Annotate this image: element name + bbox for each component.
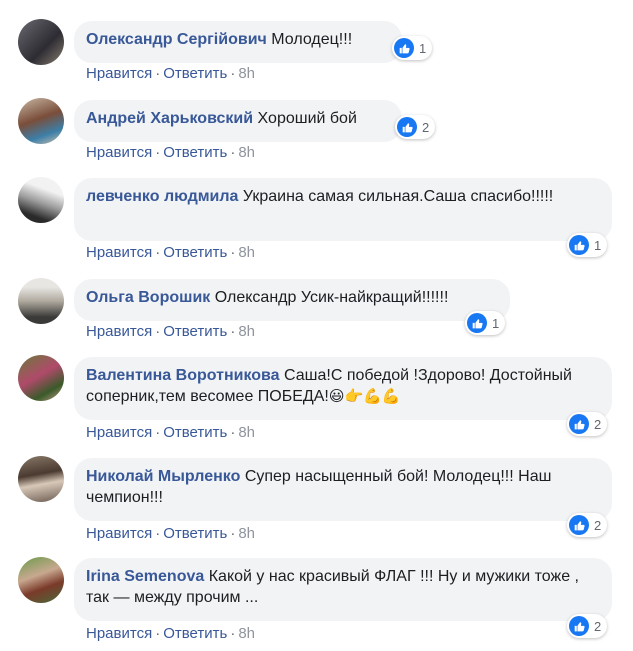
comment-author[interactable]: Николай Мырленко: [86, 468, 240, 485]
comment-actions: Нравится · Ответить · 8h: [86, 244, 255, 261]
comment-bubble: Ольга Ворошик Олександр Усик-найкращий!!…: [74, 279, 510, 321]
comment-actions: Нравится · Ответить · 8h: [86, 625, 255, 642]
comment-author[interactable]: левченко людмила: [86, 188, 238, 205]
reaction-count-value: 2: [594, 517, 602, 533]
separator: ·: [230, 244, 236, 261]
separator: ·: [155, 244, 161, 261]
separator: ·: [230, 323, 236, 340]
comment-bubble: Валентина Воротникова Саша!С победой !Зд…: [74, 357, 612, 420]
comment-text: Хороший бой: [257, 110, 357, 127]
reaction-count[interactable]: 1: [465, 311, 506, 335]
reply-link[interactable]: Ответить: [163, 65, 227, 82]
comment-actions: Нравится · Ответить · 8h: [86, 65, 255, 82]
separator: ·: [230, 144, 236, 161]
like-link[interactable]: Нравится: [86, 424, 152, 441]
avatar[interactable]: [18, 98, 64, 144]
separator: ·: [230, 625, 236, 642]
comment-bubble: левченко людмила Украина самая сильная.С…: [74, 178, 612, 241]
comment-text: Украина самая сильная.Саша спасибо!!!!!: [242, 188, 554, 205]
separator: ·: [155, 525, 161, 542]
reaction-count[interactable]: 2: [395, 115, 436, 139]
comment-actions: Нравится · Ответить · 8h: [86, 424, 255, 441]
separator: ·: [155, 424, 161, 441]
reply-link[interactable]: Ответить: [163, 323, 227, 340]
like-link[interactable]: Нравится: [86, 323, 152, 340]
comment-author[interactable]: Олександр Сергійович: [86, 31, 267, 48]
comment-actions: Нравится · Ответить · 8h: [86, 323, 255, 340]
comment-bubble: Андрей Харьковский Хороший бой: [74, 100, 402, 142]
avatar[interactable]: [18, 278, 64, 324]
reaction-count-value: 2: [422, 119, 430, 135]
separator: ·: [155, 625, 161, 642]
timestamp[interactable]: 8h: [238, 144, 255, 161]
reaction-count[interactable]: 1: [567, 233, 608, 257]
avatar[interactable]: [18, 557, 64, 603]
comment-actions: Нравится · Ответить · 8h: [86, 525, 255, 542]
like-reaction-icon: [569, 414, 589, 434]
reaction-count-value: 2: [594, 416, 602, 432]
separator: ·: [155, 65, 161, 82]
like-link[interactable]: Нравится: [86, 244, 152, 261]
like-link[interactable]: Нравится: [86, 625, 152, 642]
avatar[interactable]: [18, 19, 64, 65]
like-reaction-icon: [569, 616, 589, 636]
timestamp[interactable]: 8h: [238, 625, 255, 642]
avatar[interactable]: [18, 177, 64, 223]
reaction-count[interactable]: 2: [567, 614, 608, 638]
like-reaction-icon: [569, 235, 589, 255]
reaction-count[interactable]: 1: [392, 36, 433, 60]
comment-emoji: 😃👉💪💪: [328, 387, 401, 405]
comment-author[interactable]: Валентина Воротникова: [86, 367, 280, 384]
reaction-count-value: 1: [594, 237, 602, 253]
reaction-count[interactable]: 2: [567, 513, 608, 537]
like-reaction-icon: [467, 313, 487, 333]
comment-text: Олександр Усик-найкращий!!!!!!: [214, 289, 449, 306]
like-link[interactable]: Нравится: [86, 65, 152, 82]
comment-text: Молодец!!!: [271, 31, 353, 48]
separator: ·: [155, 323, 161, 340]
reply-link[interactable]: Ответить: [163, 525, 227, 542]
comment-bubble: Олександр Сергійович Молодец!!!: [74, 21, 402, 63]
reaction-count-value: 2: [594, 618, 602, 634]
separator: ·: [230, 424, 236, 441]
comment-bubble: Irina Semenova Какой у нас красивый ФЛАГ…: [74, 558, 612, 621]
timestamp[interactable]: 8h: [238, 525, 255, 542]
separator: ·: [230, 65, 236, 82]
timestamp[interactable]: 8h: [238, 65, 255, 82]
reply-link[interactable]: Ответить: [163, 244, 227, 261]
like-link[interactable]: Нравится: [86, 144, 152, 161]
timestamp[interactable]: 8h: [238, 323, 255, 340]
comment-bubble: Николай Мырленко Супер насыщенный бой! М…: [74, 458, 612, 521]
reaction-count-value: 1: [492, 315, 500, 331]
reaction-count-value: 1: [419, 40, 427, 56]
like-reaction-icon: [569, 515, 589, 535]
comment-author[interactable]: Irina Semenova: [86, 568, 204, 585]
avatar[interactable]: [18, 355, 64, 401]
separator: ·: [155, 144, 161, 161]
reply-link[interactable]: Ответить: [163, 625, 227, 642]
comment-author[interactable]: Ольга Ворошик: [86, 289, 210, 306]
reaction-count[interactable]: 2: [567, 412, 608, 436]
comment-author[interactable]: Андрей Харьковский: [86, 110, 253, 127]
like-reaction-icon: [397, 117, 417, 137]
reply-link[interactable]: Ответить: [163, 144, 227, 161]
timestamp[interactable]: 8h: [238, 424, 255, 441]
like-link[interactable]: Нравится: [86, 525, 152, 542]
separator: ·: [230, 525, 236, 542]
like-reaction-icon: [394, 38, 414, 58]
avatar[interactable]: [18, 456, 64, 502]
comment-actions: Нравится · Ответить · 8h: [86, 144, 255, 161]
timestamp[interactable]: 8h: [238, 244, 255, 261]
reply-link[interactable]: Ответить: [163, 424, 227, 441]
